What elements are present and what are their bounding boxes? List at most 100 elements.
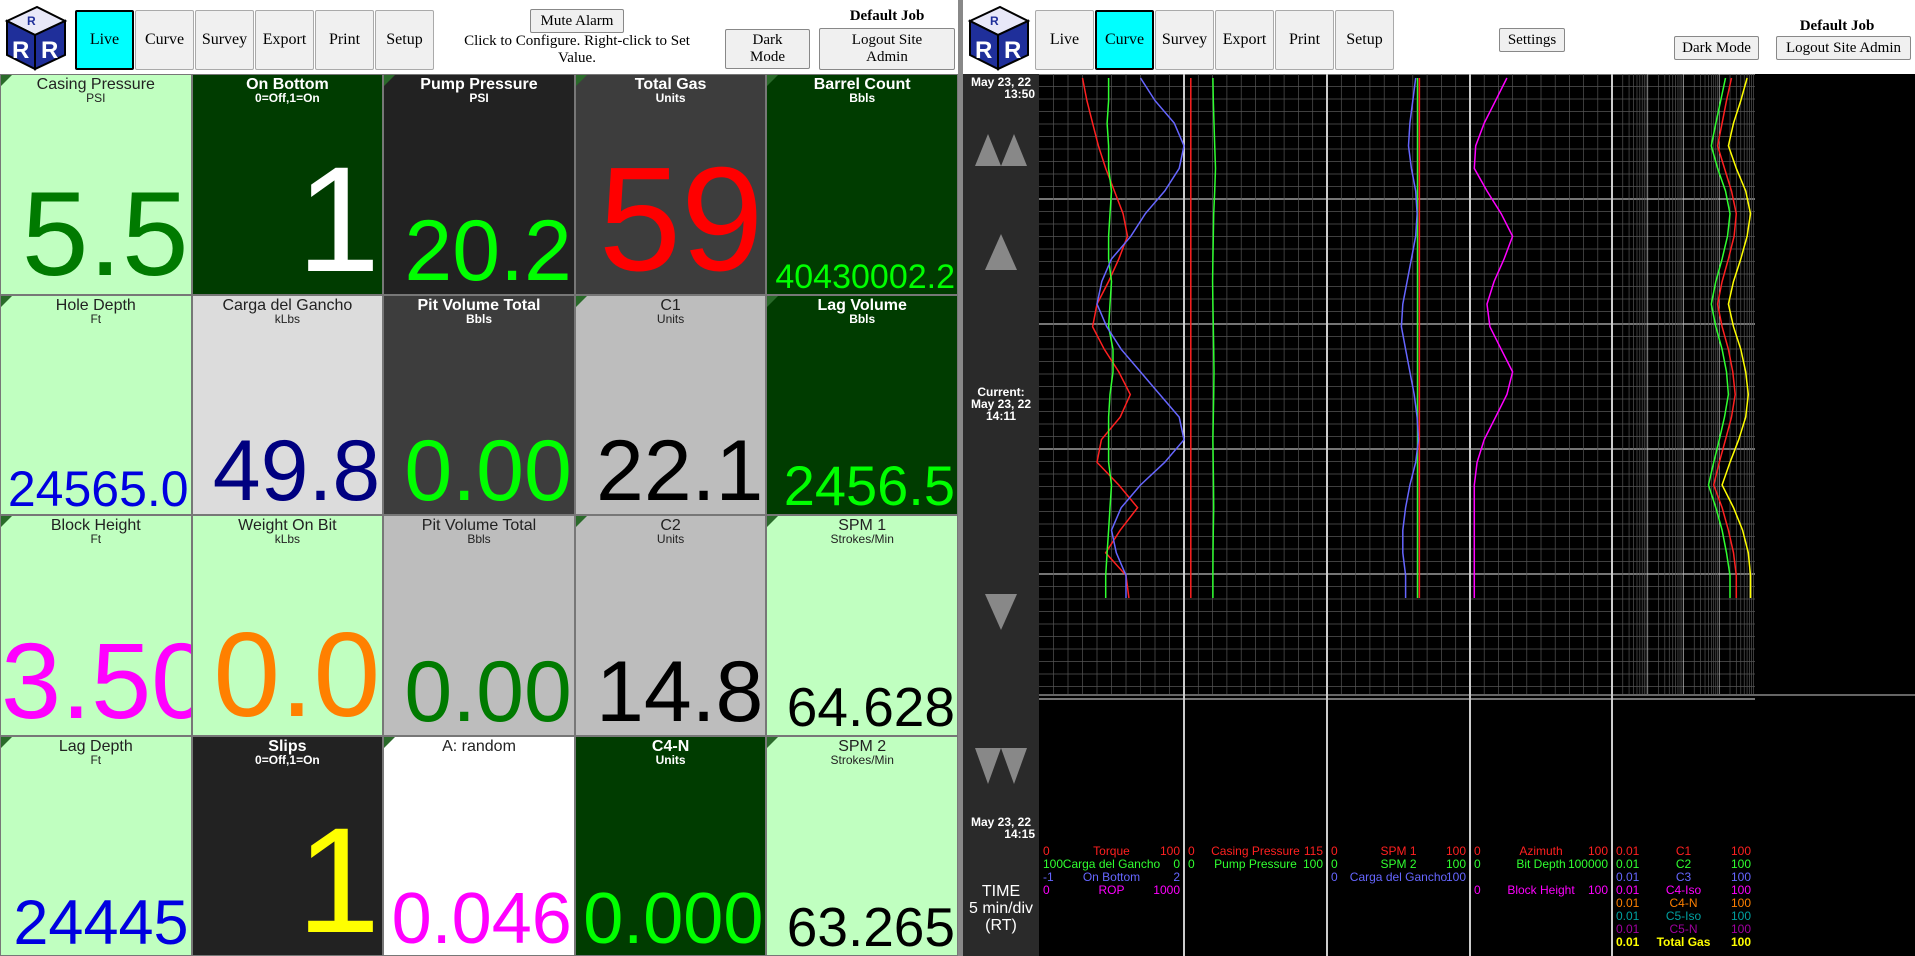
page-down-double-arrow-icon[interactable] [973,746,1029,786]
svg-text:R: R [990,14,999,28]
job-title: Default Job [849,8,925,24]
tile-unit: Units [656,532,685,546]
legend-max: 100 [1730,935,1751,949]
nav-print-button[interactable]: Print [315,10,374,70]
series-line [1400,77,1420,598]
series-line [1712,77,1738,598]
tile-unit: kLbs [274,311,301,326]
legend-row[interactable]: 0 Bit Depth 100000 [1472,858,1610,871]
nav-live-button[interactable]: Live [1035,10,1094,70]
nav-survey-button[interactable]: Survey [1155,10,1214,70]
legend-max: 100000 [1567,857,1608,871]
svg-text:R: R [12,37,29,64]
live-tile[interactable]: Lag Depth Ft 24445 [0,735,192,956]
tile-unit: Bbls [849,311,876,326]
tile-unit: PSI [469,91,489,105]
tile-value: 63.265 [786,896,955,956]
tile-unit: Strokes/Min [830,532,894,546]
tile-value: 22.1 [596,423,764,515]
tile-unit: Bbls [465,311,492,326]
settings-button[interactable]: Settings [1499,28,1565,52]
tile-unit: PSI [86,91,106,105]
tile-value: 3.50 [1,619,192,736]
live-tile[interactable]: Total Gas Units 59 [574,74,767,295]
live-view-pane: R R R Live Curve Survey Export Print Set… [0,0,958,956]
tile-value: 2456.5 [783,454,955,515]
live-tile-grid: Casing Pressure PSI 5.5 On Bottom 0=Off,1=On… [0,74,958,956]
step-down-arrow-icon[interactable] [973,592,1029,632]
live-tile[interactable]: Pump Pressure PSI 20.2 [383,74,575,295]
step-up-arrow-icon[interactable] [973,232,1029,272]
live-tile[interactable]: Hole Depth Ft 24565.0 [0,294,192,515]
tile-value: 14.8 [596,643,764,736]
nav-setup-button[interactable]: Setup [375,10,434,70]
live-tile[interactable]: A: random 0.046 [383,735,575,956]
live-tile[interactable]: On Bottom 0=Off,1=On 1 [191,74,384,295]
tile-unit: Ft [90,311,102,326]
mute-alarm-button[interactable]: Mute Alarm [530,9,624,33]
live-header: R R R Live Curve Survey Export Print Set… [0,0,958,74]
nav-curve-button[interactable]: Curve [1095,10,1154,70]
live-tile[interactable]: Carga del Gancho kLbs 49.8 [191,294,384,515]
live-tile[interactable]: Pit Volume Total Bbls 0.00 [383,294,575,515]
time-scale: 5 min/div [968,900,1034,917]
tile-value: 59 [598,136,764,295]
dark-mode-button[interactable]: Dark Mode [1674,36,1759,60]
live-tile[interactable]: Weight On Bit kLbs 0.0 [191,515,384,736]
tile-unit: Bbls [467,532,491,546]
tile-value: 1 [296,134,381,295]
tile-value: 0.0 [213,607,381,736]
legend-row[interactable]: 0.01 Total Gas 100 [1614,936,1753,949]
rr-logo-icon: R R R [967,5,1031,71]
legend-max: 1000 [1153,883,1180,897]
tile-unit: Strokes/Min [830,752,894,767]
svg-text:R: R [41,37,58,64]
legend-max: 100 [1445,870,1466,884]
live-tile[interactable]: Barrel Count Bbls 40430002.2 [766,74,958,295]
tile-value: 0.00 [404,423,572,515]
live-tile[interactable]: Block Height Ft 3.50 [0,515,192,736]
live-tile[interactable]: Lag Volume Bbls 2456.5 [766,294,958,515]
configure-hint: Click to Configure. Right-click to Set V… [464,33,690,66]
legend-row[interactable]: 0 Block Height 100 [1472,884,1610,897]
nav-export-button[interactable]: Export [255,10,314,70]
live-tile[interactable]: Slips 0=Off,1=On 1 [191,735,384,956]
legend-row[interactable]: 0 Carga del Gancho 100 [1329,871,1468,884]
page-up-double-arrow-icon[interactable] [973,132,1029,168]
live-tile[interactable]: SPM 1 Strokes/Min 64.628 [766,515,958,736]
live-tile[interactable]: C1 Units 22.1 [574,294,767,515]
legend-max: 100 [1302,857,1323,871]
live-tile[interactable]: Casing Pressure PSI 5.5 [0,74,192,295]
svg-text:R: R [1004,37,1021,64]
tile-unit: Ft [90,532,102,546]
curve-time-sidebar: May 23, 22 13:50 Current: May 23, 22 14:… [963,74,1039,956]
track-legend: 0 Azimuth 100 0 Bit Depth 100000 0 Block Height… [1472,845,1610,956]
job-title: Default Job [1799,18,1875,34]
nav-export-button[interactable]: Export [1215,10,1274,70]
series-line [1473,77,1514,598]
legend-row[interactable]: 0 ROP 1000 [1041,884,1182,897]
live-tile[interactable]: SPM 2 Strokes/Min 63.265 [766,735,958,956]
logout-button[interactable]: Logout Site Admin [1776,36,1911,60]
logout-button[interactable]: Logout Site Admin [819,28,955,70]
nav-print-button[interactable]: Print [1275,10,1334,70]
nav-live-button[interactable]: Live [75,10,134,70]
nav-survey-button[interactable]: Survey [195,10,254,70]
dark-mode-button[interactable]: Dark Mode [725,29,810,69]
curve-view-pane: R R R Live Curve Survey Export Print Set… [963,0,1915,956]
curve-header: R R R Live Curve Survey Export Print Set… [963,0,1915,74]
nav-curve-button[interactable]: Curve [135,10,194,70]
live-tile[interactable]: C2 Units 14.8 [574,515,767,736]
tile-unit: Units [655,752,686,767]
curve-plot-area[interactable] [1039,74,1915,956]
tile-value: 0.046 [391,879,572,956]
legend-row[interactable]: 0 Pump Pressure 100 [1186,858,1325,871]
track-legend: 0.01 C1 100 0.01 C2 100 0.01 C3 100 0.01 C4-Iso 100… [1614,845,1753,956]
time-mode: (RT) [985,917,1017,934]
tile-unit: kLbs [274,532,301,546]
series-line [1211,77,1217,598]
current-time: 14:11 [985,409,1017,423]
live-tile[interactable]: Pit Volume Total Bbls 0.00 [383,515,575,736]
nav-setup-button[interactable]: Setup [1335,10,1394,70]
live-tile[interactable]: C4-N Units 0.000 [574,735,767,956]
